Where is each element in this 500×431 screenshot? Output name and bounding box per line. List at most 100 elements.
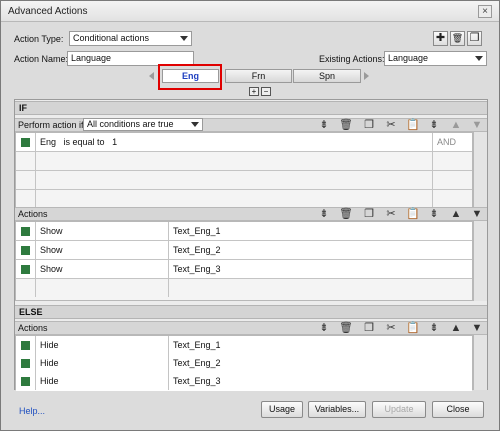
existing-actions-value: Language bbox=[388, 53, 429, 63]
copy-row-icon[interactable]: ❐ bbox=[362, 119, 376, 131]
action-command: Show bbox=[35, 241, 169, 259]
window-close-button[interactable]: × bbox=[478, 5, 492, 18]
help-link[interactable]: Help... bbox=[19, 406, 45, 416]
insert-row-icon[interactable]: ⇟ bbox=[317, 119, 331, 131]
action-type-label: Action Type: bbox=[14, 34, 64, 44]
action-type-select[interactable]: Conditional actions bbox=[69, 31, 192, 46]
move-down-icon[interactable]: ▼ bbox=[470, 208, 484, 220]
if-section-header: IF bbox=[15, 101, 487, 115]
conditions-grid: Eng is equal to 1 AND bbox=[15, 132, 473, 209]
row-marker-icon bbox=[21, 227, 30, 236]
tab-frn[interactable]: Frn bbox=[225, 69, 292, 83]
window-title: Advanced Actions bbox=[8, 6, 88, 17]
if-actions-scrollbar[interactable] bbox=[473, 221, 487, 301]
empty-cell bbox=[35, 190, 433, 208]
if-actions-title: Actions bbox=[18, 209, 48, 219]
row-marker-icon bbox=[21, 265, 30, 274]
tab-scroll-right-icon[interactable] bbox=[364, 72, 369, 80]
action-row[interactable]: Show Text_Eng_2 bbox=[16, 241, 472, 260]
row-marker-icon bbox=[21, 138, 30, 147]
else-section-header: ELSE bbox=[15, 305, 487, 319]
tab-scroll-left-icon[interactable] bbox=[149, 72, 154, 80]
tab-spn[interactable]: Spn bbox=[293, 69, 361, 83]
insert-after-icon[interactable]: ⇟ bbox=[427, 208, 441, 220]
action-name-value: Language bbox=[71, 53, 112, 63]
usage-button[interactable]: Usage bbox=[261, 401, 303, 418]
duplicate-action-button[interactable]: ❐ bbox=[467, 31, 482, 46]
insert-row-icon[interactable]: ⇟ bbox=[317, 322, 331, 334]
remove-tab-button[interactable]: − bbox=[261, 87, 271, 96]
cut-row-icon[interactable]: ✂ bbox=[384, 208, 398, 220]
action-command: Hide bbox=[35, 372, 169, 390]
action-command: Show bbox=[35, 222, 169, 240]
cut-row-icon[interactable]: ✂ bbox=[384, 119, 398, 131]
advanced-actions-window: Advanced Actions × Action Type: Conditio… bbox=[0, 0, 500, 431]
delete-action-button[interactable]: 🗑 bbox=[450, 31, 465, 46]
condition-row[interactable]: Eng is equal to 1 AND bbox=[16, 133, 472, 152]
variables-button[interactable]: Variables... bbox=[308, 401, 366, 418]
move-down-icon[interactable]: ▼ bbox=[470, 322, 484, 334]
highlight-box bbox=[158, 64, 222, 90]
condition-logic[interactable]: AND bbox=[433, 133, 472, 151]
cut-row-icon[interactable]: ✂ bbox=[384, 322, 398, 334]
action-target: Text_Eng_2 bbox=[173, 358, 221, 368]
close-button[interactable]: Close bbox=[432, 401, 484, 418]
if-actions-grid: Show Text_Eng_1 Show Text_Eng_2 Show Tex… bbox=[15, 221, 473, 301]
add-action-button[interactable]: ✚ bbox=[433, 31, 448, 46]
condition-mode-value: All conditions are true bbox=[87, 119, 174, 129]
condition-expression: Eng is equal to 1 bbox=[35, 133, 433, 151]
condition-row[interactable] bbox=[16, 152, 472, 171]
condition-variable: Eng bbox=[40, 137, 57, 147]
move-down-icon[interactable]: ▼ bbox=[470, 119, 484, 131]
conditions-scrollbar[interactable] bbox=[473, 132, 487, 207]
else-actions-title: Actions bbox=[18, 323, 48, 333]
action-target: Text_Eng_1 bbox=[173, 226, 221, 236]
move-up-icon[interactable]: ▲ bbox=[449, 208, 463, 220]
action-type-value: Conditional actions bbox=[73, 33, 150, 43]
row-marker-icon bbox=[21, 341, 30, 350]
insert-after-icon[interactable]: ⇟ bbox=[427, 119, 441, 131]
paste-row-icon[interactable]: 📋 bbox=[406, 208, 420, 220]
title-bar: Advanced Actions × bbox=[1, 1, 499, 22]
copy-row-icon[interactable]: ❐ bbox=[362, 322, 376, 334]
action-row[interactable]: Show Text_Eng_3 bbox=[16, 260, 472, 279]
plus-icon: ✚ bbox=[435, 32, 446, 44]
delete-row-icon[interactable]: 🗑 bbox=[339, 119, 353, 131]
chevron-down-icon bbox=[180, 36, 188, 41]
action-row[interactable]: Hide Text_Eng_2 bbox=[16, 354, 472, 373]
row-marker-icon bbox=[21, 377, 30, 386]
existing-actions-select[interactable]: Language bbox=[384, 51, 487, 66]
insert-row-icon[interactable]: ⇟ bbox=[317, 208, 331, 220]
action-row[interactable]: Hide Text_Eng_1 bbox=[16, 336, 472, 355]
condition-value: 1 bbox=[112, 137, 118, 147]
existing-actions-label: Existing Actions: bbox=[319, 54, 385, 64]
paste-row-icon[interactable]: 📋 bbox=[406, 119, 420, 131]
copy-row-icon[interactable]: ❐ bbox=[362, 208, 376, 220]
insert-after-icon[interactable]: ⇟ bbox=[427, 322, 441, 334]
action-command: Hide bbox=[35, 354, 169, 372]
chevron-down-icon bbox=[475, 56, 483, 61]
else-actions-scrollbar[interactable] bbox=[473, 335, 487, 390]
action-row[interactable] bbox=[16, 279, 472, 298]
delete-row-icon[interactable]: 🗑 bbox=[339, 322, 353, 334]
empty-cell bbox=[35, 152, 433, 170]
action-target: Text_Eng_3 bbox=[173, 376, 221, 386]
perform-action-label: Perform action if: bbox=[18, 120, 87, 130]
condition-mode-select[interactable]: All conditions are true bbox=[83, 118, 203, 131]
action-target: Text_Eng_3 bbox=[173, 264, 221, 274]
action-row[interactable]: Hide Text_Eng_3 bbox=[16, 372, 472, 391]
action-name-label: Action Name: bbox=[14, 54, 69, 64]
trash-icon: 🗑 bbox=[451, 33, 464, 43]
update-button[interactable]: Update bbox=[372, 401, 426, 418]
else-actions-grid: Hide Text_Eng_1 Hide Text_Eng_2 Hide Tex… bbox=[15, 335, 473, 391]
action-row[interactable]: Show Text_Eng_1 bbox=[16, 222, 472, 241]
add-tab-button[interactable]: + bbox=[249, 87, 259, 96]
condition-operator: is equal to bbox=[63, 137, 105, 147]
paste-row-icon[interactable]: 📋 bbox=[406, 322, 420, 334]
delete-row-icon[interactable]: 🗑 bbox=[339, 208, 353, 220]
action-target: Text_Eng_1 bbox=[173, 340, 221, 350]
condition-row[interactable] bbox=[16, 171, 472, 190]
move-up-icon[interactable]: ▲ bbox=[449, 119, 463, 131]
move-up-icon[interactable]: ▲ bbox=[449, 322, 463, 334]
action-command: Hide bbox=[35, 336, 169, 354]
